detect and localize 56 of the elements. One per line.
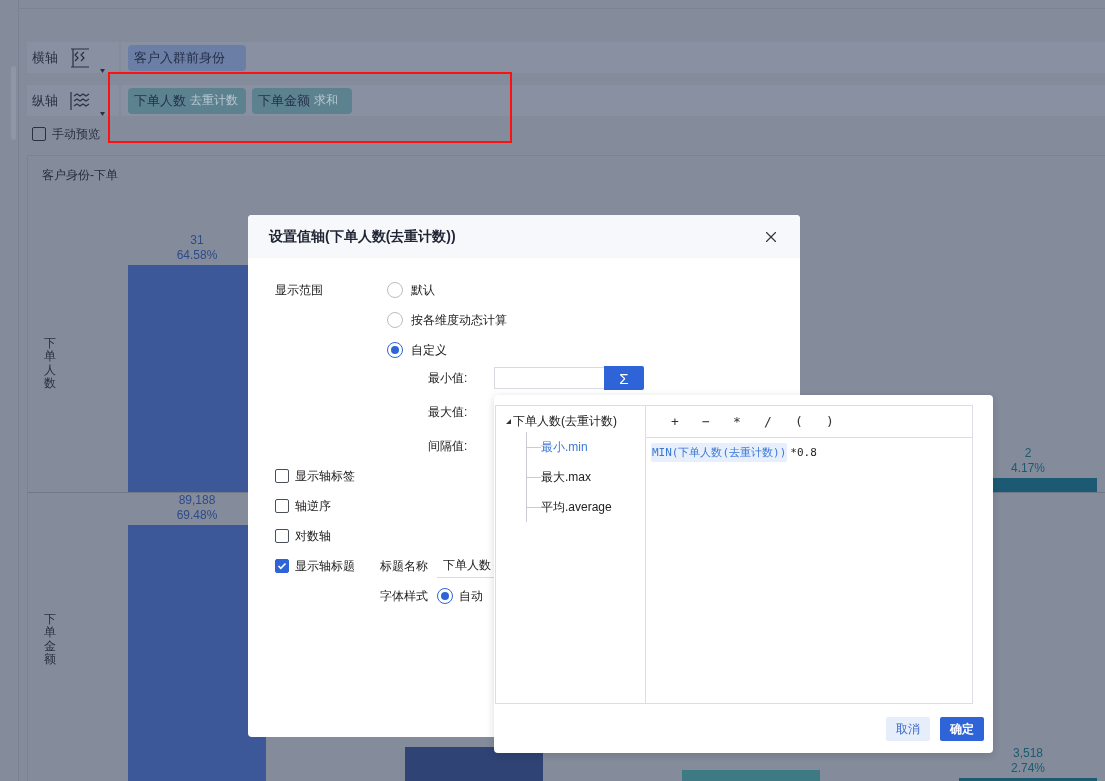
operator-button[interactable]: )	[823, 414, 837, 429]
checkbox[interactable]	[275, 499, 289, 513]
field-label: 字体样式	[380, 587, 429, 605]
input-field[interactable]	[494, 367, 604, 389]
bar-percent-label: 4.17%	[1011, 461, 1045, 476]
operator-button[interactable]: *	[730, 414, 744, 429]
radio-label: 按各维度动态计算	[411, 311, 507, 329]
field-label: 最小值:	[427, 369, 469, 387]
operator-button[interactable]: +	[668, 414, 682, 429]
checkbox-label: 手动预览	[52, 125, 100, 143]
radio-label: 自定义	[411, 341, 447, 359]
checkbox-label: 对数轴	[295, 527, 331, 545]
axis-label: 横轴	[32, 48, 58, 67]
caret-icon[interactable]	[100, 112, 105, 116]
tree-item[interactable]: 最大.max	[541, 468, 591, 486]
operator-button[interactable]: (	[792, 414, 806, 429]
axis-title: 下单金额	[44, 613, 56, 666]
field-label: 显示范围	[275, 282, 324, 299]
operator-button[interactable]: /	[761, 414, 775, 429]
caret-icon[interactable]	[100, 69, 105, 73]
field-label: 标题名称	[380, 557, 429, 575]
bar-value-label: 31	[190, 233, 204, 248]
horizontal-axis-icon	[70, 47, 90, 68]
formula-field-token: MIN(下单人数(去重计数))	[651, 443, 788, 462]
checkbox[interactable]	[275, 469, 289, 483]
bar-value-label: 89,188	[178, 493, 216, 508]
vertical-axis-icon	[70, 90, 90, 111]
axis-title: 下单人数	[44, 337, 56, 390]
checkbox[interactable]	[275, 559, 289, 573]
tree-node[interactable]: 下单人数(去重计数)	[513, 412, 617, 430]
checkbox[interactable]	[32, 127, 46, 141]
formula-button[interactable]: Σ	[604, 366, 644, 390]
bar-value-label: 2	[1024, 446, 1032, 461]
operator-button[interactable]: −	[699, 414, 713, 429]
radio-label: 默认	[411, 281, 435, 299]
checkbox-label: 显示轴标签	[295, 467, 355, 485]
formula-text: *0.8	[789, 445, 818, 461]
bar-value-label: 3,518	[1013, 746, 1043, 761]
expand-triangle-icon[interactable]	[506, 418, 511, 424]
bar-percent-label: 69.48%	[176, 508, 218, 523]
checkbox-label: 轴逆序	[295, 497, 331, 515]
dialog-title: 设置值轴(下单人数(去重计数))	[269, 227, 456, 246]
field-label: 间隔值:	[427, 437, 469, 455]
axis-label: 纵轴	[32, 91, 58, 110]
checkbox-label: 显示轴标题	[295, 557, 355, 575]
checkbox[interactable]	[275, 529, 289, 543]
cancel-button[interactable]: 取消	[886, 717, 930, 741]
tree-item[interactable]: 最小.min	[541, 438, 588, 456]
chart-title: 客户身份-下单	[42, 168, 118, 182]
bar-percent-label: 2.74%	[1011, 761, 1045, 776]
tree-item[interactable]: 平均.average	[541, 498, 612, 516]
radio-label: 自动	[459, 587, 483, 605]
checkmark-icon	[277, 561, 287, 571]
confirm-button[interactable]: 确定	[940, 717, 984, 741]
bar-percent-label: 64.58%	[176, 248, 218, 263]
field-label: 最大值:	[427, 403, 469, 421]
